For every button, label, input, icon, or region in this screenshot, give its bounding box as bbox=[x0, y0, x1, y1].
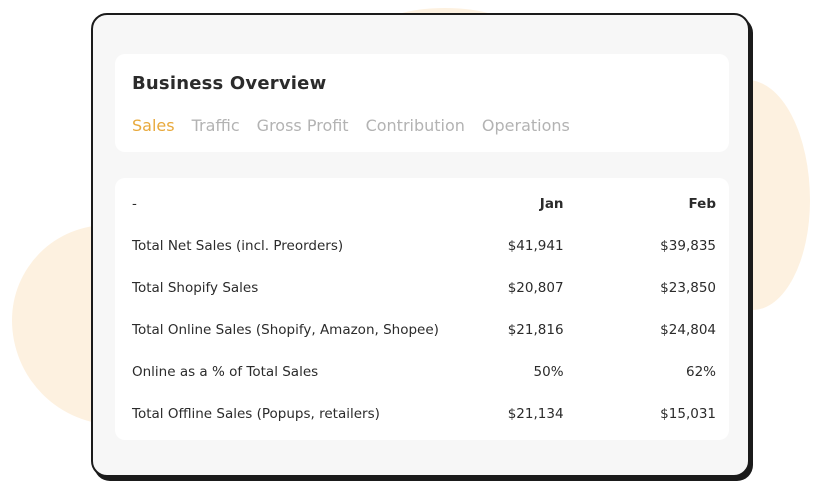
row-label: Total Net Sales (incl. Preorders) bbox=[132, 238, 344, 254]
row-value-jan: $21,816 bbox=[507, 322, 564, 338]
row-value-jan: $21,134 bbox=[507, 406, 564, 422]
page-title: Business Overview bbox=[132, 73, 327, 94]
business-overview-card: Business Overview Sales Traffic Gross Pr… bbox=[91, 13, 750, 477]
header-panel: Business Overview Sales Traffic Gross Pr… bbox=[115, 54, 729, 152]
tab-sales[interactable]: Sales bbox=[132, 116, 175, 135]
table-row: Total Online Sales (Shopify, Amazon, Sho… bbox=[132, 309, 716, 351]
tab-gross-profit[interactable]: Gross Profit bbox=[257, 116, 349, 135]
row-value-feb: $23,850 bbox=[660, 280, 716, 296]
row-value-feb: $39,835 bbox=[660, 238, 716, 254]
table-row: Total Shopify Sales $20,807 $23,850 bbox=[132, 267, 716, 309]
table-row: Total Offline Sales (Popups, retailers) … bbox=[132, 393, 716, 435]
row-value-jan: $41,941 bbox=[507, 238, 564, 254]
table-header-row: - Jan Feb bbox=[132, 183, 716, 225]
row-label: Total Online Sales (Shopify, Amazon, Sho… bbox=[132, 322, 439, 338]
tab-operations[interactable]: Operations bbox=[482, 116, 570, 135]
column-header-jan: Jan bbox=[539, 196, 564, 212]
row-value-feb: $15,031 bbox=[660, 406, 716, 422]
tab-contribution[interactable]: Contribution bbox=[366, 116, 465, 135]
table-row: Total Net Sales (incl. Preorders) $41,94… bbox=[132, 225, 716, 267]
tab-traffic[interactable]: Traffic bbox=[192, 116, 240, 135]
sales-table: - Jan Feb Total Net Sales (incl. Preorde… bbox=[132, 183, 716, 435]
tab-bar: Sales Traffic Gross Profit Contribution … bbox=[132, 116, 570, 135]
row-label: Total Offline Sales (Popups, retailers) bbox=[132, 406, 380, 422]
row-value-jan: 50% bbox=[533, 364, 564, 380]
row-value-feb: 62% bbox=[685, 364, 716, 380]
column-header-feb: Feb bbox=[688, 196, 717, 212]
table-row: Online as a % of Total Sales 50% 62% bbox=[132, 351, 716, 393]
column-header-label: - bbox=[132, 196, 137, 212]
sales-table-panel: - Jan Feb Total Net Sales (incl. Preorde… bbox=[115, 178, 729, 440]
row-value-feb: $24,804 bbox=[660, 322, 716, 338]
row-value-jan: $20,807 bbox=[507, 280, 564, 296]
row-label: Total Shopify Sales bbox=[132, 280, 259, 296]
row-label: Online as a % of Total Sales bbox=[132, 364, 319, 380]
